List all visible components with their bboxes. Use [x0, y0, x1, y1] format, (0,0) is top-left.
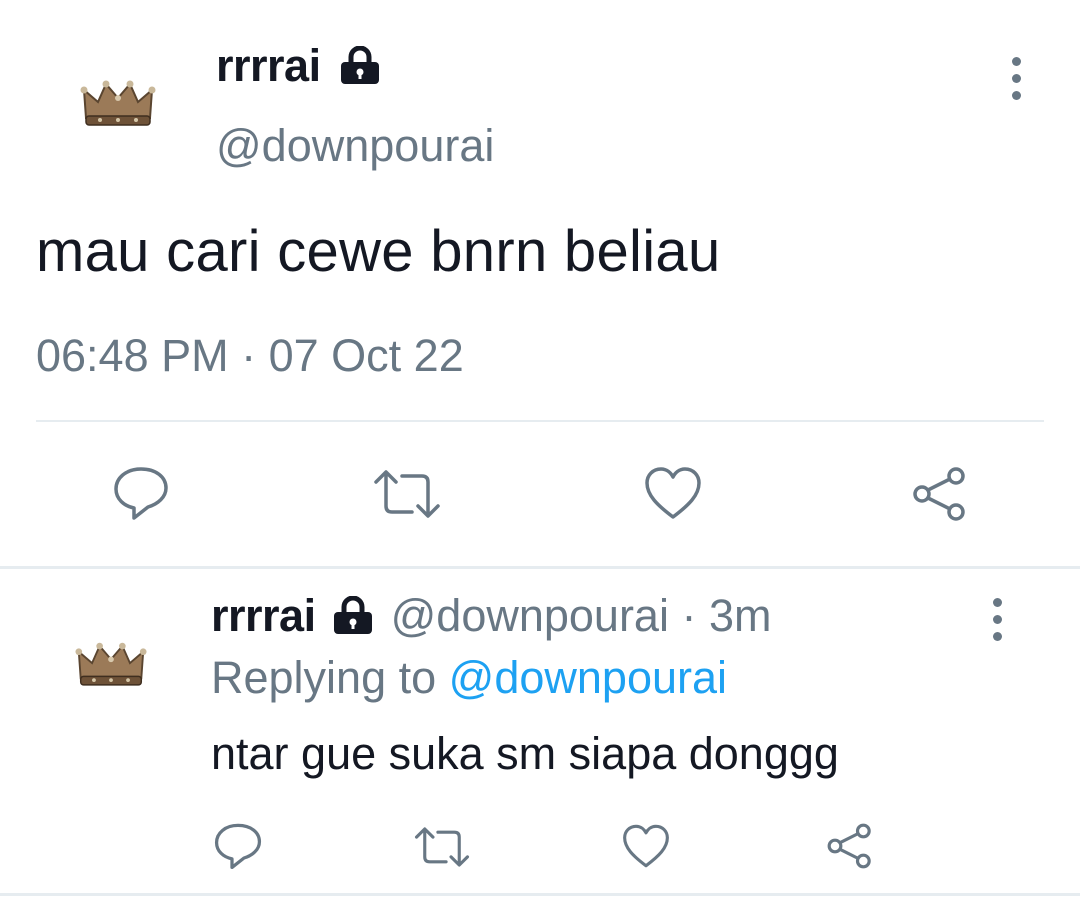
share-button[interactable] [910, 464, 970, 524]
display-name[interactable]: rrrrai [216, 40, 381, 92]
like-icon [645, 467, 701, 519]
crown-icon [80, 80, 156, 126]
retweet-button[interactable] [372, 466, 442, 522]
handle[interactable]: @downpourai [391, 590, 669, 641]
replying-prefix: Replying to [211, 652, 437, 703]
tweet-text: mau cari cewe bnrn beliau [36, 219, 721, 284]
display-name-text: rrrrai [216, 40, 321, 91]
like-icon [623, 824, 669, 868]
more-vertical-icon[interactable] [1012, 57, 1021, 100]
share-icon [827, 823, 871, 869]
lock-icon [340, 46, 379, 85]
retweet-icon [414, 827, 470, 867]
display-name[interactable]: rrrrai [211, 590, 316, 641]
reply-icon [114, 467, 168, 520]
divider [36, 420, 1044, 422]
reply-button[interactable] [110, 462, 172, 524]
share-button[interactable] [824, 820, 876, 872]
reply-text: ntar gue suka sm siapa donggg [211, 728, 839, 779]
reply-header: rrrrai @downpourai · 3m [211, 590, 772, 642]
section-divider [0, 566, 1080, 569]
like-button[interactable] [620, 822, 672, 870]
crown-icon [75, 642, 147, 686]
reply-icon [214, 823, 262, 870]
share-icon [913, 467, 965, 521]
avatar[interactable] [75, 640, 147, 690]
separator: · [681, 590, 697, 641]
retweet-icon [374, 470, 440, 518]
retweet-button[interactable] [412, 824, 472, 870]
more-vertical-icon[interactable] [993, 598, 1002, 641]
reply-button[interactable] [212, 822, 264, 870]
replying-to: Replying to @downpourai [211, 652, 727, 704]
time-ago[interactable]: 3m [709, 590, 772, 641]
avatar[interactable] [80, 78, 156, 130]
replying-to-link[interactable]: @downpourai [449, 652, 727, 703]
handle[interactable]: @downpourai [216, 120, 494, 172]
lock-icon [334, 596, 373, 635]
bottom-divider [0, 893, 1080, 896]
timestamp[interactable]: 06:48 PM · 07 Oct 22 [36, 330, 464, 382]
like-button[interactable] [642, 464, 704, 522]
